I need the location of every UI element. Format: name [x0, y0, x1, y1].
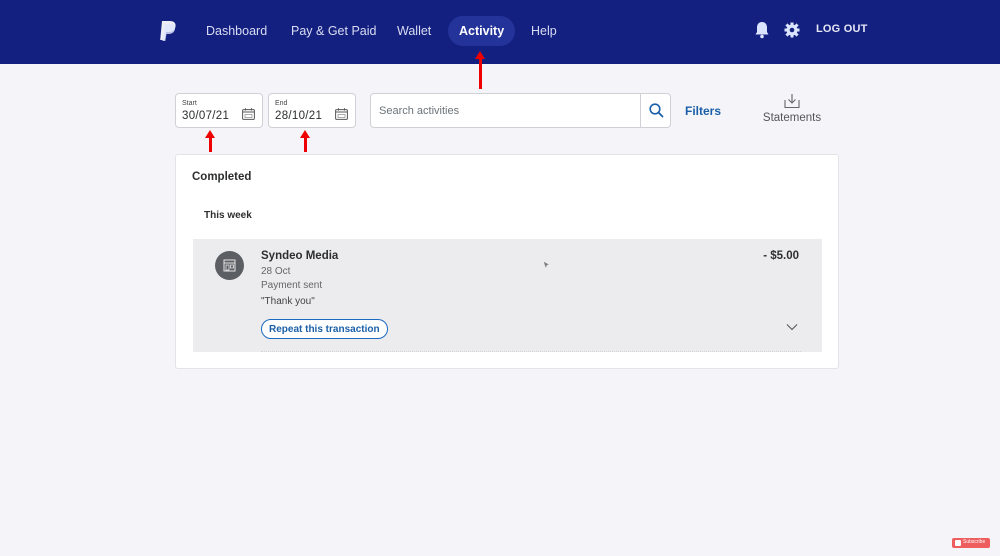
search-activities-input[interactable] [371, 94, 641, 127]
nav-tab-activity[interactable]: Activity [448, 16, 516, 46]
search-activities-box [370, 93, 671, 128]
calendar-icon[interactable] [242, 108, 255, 120]
this-week-heading: This week [204, 210, 252, 221]
annotation-arrow-activity [475, 51, 485, 89]
annotation-arrow-start-date [205, 130, 215, 152]
statements-button[interactable]: Statements [760, 93, 824, 124]
repeat-transaction-button[interactable]: Repeat this transaction [261, 319, 388, 339]
transaction-date: 28 Oct [261, 266, 291, 277]
transaction-row[interactable]: Syndeo Media 28 Oct Payment sent "Thank … [193, 239, 822, 352]
calendar-icon[interactable] [335, 108, 348, 120]
gear-icon[interactable] [784, 22, 800, 38]
logout-button[interactable]: LOG OUT [816, 23, 868, 35]
mouse-cursor-icon [543, 261, 550, 269]
filters-button[interactable]: Filters [685, 104, 721, 118]
completed-heading: Completed [192, 171, 252, 183]
annotation-arrow-end-date [300, 130, 310, 152]
play-icon [955, 540, 961, 546]
start-date-field[interactable]: Start 30/07/21 [175, 93, 263, 128]
subscribe-badge[interactable]: Subscribe [952, 538, 990, 548]
subscribe-label: Subscribe [963, 539, 986, 545]
end-date-label: End [275, 100, 288, 107]
paypal-logo[interactable] [158, 20, 178, 42]
top-navigation-bar: Dashboard Pay & Get Paid Wallet Activity… [0, 0, 1000, 64]
transaction-amount: - $5.00 [763, 250, 799, 262]
nav-tab-wallet[interactable]: Wallet [386, 16, 442, 46]
nav-tab-help[interactable]: Help [520, 16, 568, 46]
transaction-type: Payment sent [261, 280, 323, 291]
start-date-value: 30/07/21 [182, 110, 230, 122]
download-icon [784, 94, 800, 109]
end-date-field[interactable]: End 28/10/21 [268, 93, 356, 128]
start-date-label: Start [182, 100, 197, 107]
transaction-merchant-name: Syndeo Media [261, 250, 339, 262]
row-divider [261, 351, 801, 352]
transaction-note: "Thank you" [261, 296, 315, 307]
merchant-avatar [215, 251, 244, 280]
bell-icon[interactable] [754, 21, 770, 39]
nav-tab-dashboard[interactable]: Dashboard [195, 16, 278, 46]
statements-label: Statements [762, 112, 822, 124]
search-button[interactable] [640, 94, 670, 127]
nav-tab-pay-and-get-paid[interactable]: Pay & Get Paid [280, 16, 387, 46]
merchant-store-icon [223, 259, 236, 272]
end-date-value: 28/10/21 [275, 110, 323, 122]
activity-list-card: Completed This week Syndeo Media 28 Oct … [175, 154, 839, 369]
search-icon [649, 103, 664, 118]
chevron-down-icon[interactable] [786, 323, 798, 331]
